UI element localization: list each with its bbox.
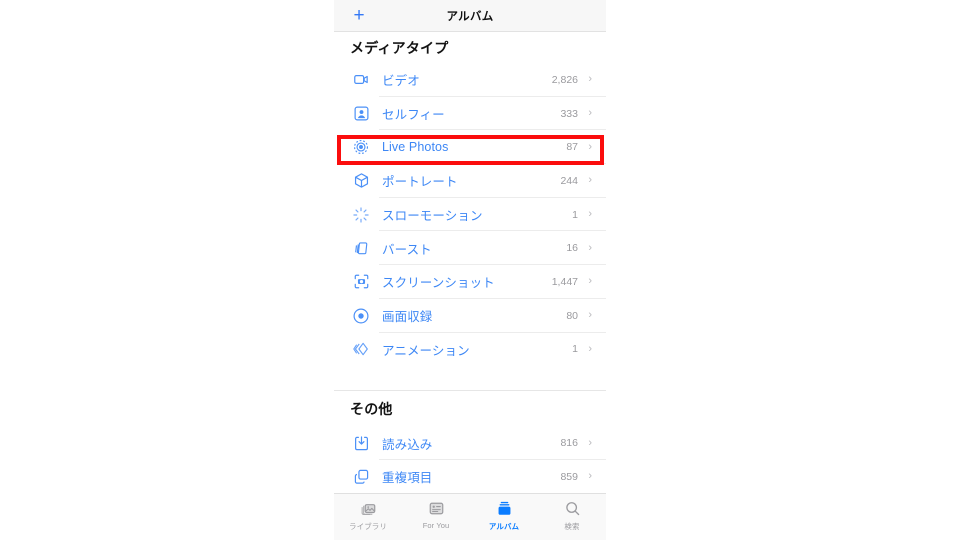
list-item-label: スクリーンショット (382, 276, 495, 291)
chevron-right-icon: › (588, 342, 592, 355)
tab-label: For You (422, 521, 450, 530)
list-item-label: ポートレート (382, 175, 458, 190)
chevron-right-icon: › (588, 470, 592, 483)
list-item-portrait[interactable]: ポートレート 244 › (334, 164, 606, 198)
for-you-card-icon (428, 499, 445, 518)
list-item-burst[interactable]: バースト 16 › (334, 231, 606, 266)
chevron-right-icon: › (588, 208, 592, 221)
list-item-label: セルフィー (382, 108, 445, 123)
list-item-label: 重複項目 (382, 471, 433, 486)
list-item-screenshots[interactable]: スクリーンショット 1,447 › (334, 265, 606, 299)
section-header-other: その他 (350, 400, 393, 417)
list-item-duplicates[interactable]: 重複項目 859 › (334, 459, 606, 493)
navigation-bar: + アルバム (334, 0, 606, 32)
list-item-animated[interactable]: アニメーション 1 › (334, 332, 606, 367)
import-icon (350, 432, 372, 454)
plus-icon[interactable]: + (347, 0, 371, 31)
list-item-count: 333 (560, 107, 578, 120)
section-gap (334, 366, 606, 391)
slow-motion-icon (350, 204, 372, 226)
section-header-media-type: メディアタイプ (350, 39, 449, 56)
tab-library[interactable]: ライブラリ (334, 499, 402, 532)
photo-library-icon (360, 499, 377, 518)
screenshot-canvas: + アルバム メディアタイプ ビデオ 2,826 › セルフィー 333 › L… (0, 0, 960, 540)
list-item-label: 読み込み (382, 437, 433, 452)
list-item-count: 2,826 (551, 73, 578, 86)
list-item-slo-mo[interactable]: スローモーション 1 › (334, 197, 606, 232)
list-item-count: 1 (572, 343, 578, 356)
chevron-right-icon: › (588, 107, 592, 120)
chevron-right-icon: › (588, 309, 592, 322)
tab-for-you[interactable]: For You (402, 499, 470, 530)
chevron-right-icon: › (588, 140, 592, 153)
list-item-label: Live Photos (382, 140, 449, 155)
live-photos-icon (350, 136, 372, 158)
phone-screen: + アルバム メディアタイプ ビデオ 2,826 › セルフィー 333 › L… (334, 0, 606, 540)
chevron-right-icon: › (588, 73, 592, 86)
list-item-count: 859 (560, 470, 578, 483)
list-item-count: 244 (560, 174, 578, 187)
search-icon (564, 499, 581, 518)
list-item-label: ビデオ (382, 74, 420, 89)
list-item-screen-recordings[interactable]: 画面収録 80 › (334, 298, 606, 333)
list-item-label: 画面収録 (382, 310, 433, 325)
screenshot-icon (350, 271, 372, 293)
list-item-video[interactable]: ビデオ 2,826 › (334, 63, 606, 97)
list-item-label: アニメーション (382, 343, 470, 358)
list-item-label: スローモーション (382, 209, 483, 224)
cube-icon (350, 170, 372, 192)
albums-icon (496, 499, 513, 518)
list-item-imports[interactable]: 読み込み 816 › (334, 426, 606, 460)
animation-icon (350, 338, 372, 360)
person-portrait-icon (350, 103, 372, 125)
duplicate-icon (350, 466, 372, 488)
video-camera-icon (350, 69, 372, 91)
list-item-count: 1 (572, 208, 578, 221)
list-item-count: 80 (566, 309, 578, 322)
chevron-right-icon: › (588, 436, 592, 449)
burst-stack-icon (350, 237, 372, 259)
list-item-count: 16 (566, 242, 578, 255)
list-item-selfies[interactable]: セルフィー 333 › (334, 96, 606, 131)
list-item-count: 1,447 (551, 275, 578, 288)
albums-list[interactable]: メディアタイプ ビデオ 2,826 › セルフィー 333 › Live Pho… (334, 32, 606, 493)
tab-albums[interactable]: アルバム (470, 499, 538, 532)
tab-label: 検索 (564, 522, 580, 531)
list-item-count: 816 (560, 437, 578, 450)
tab-bar: ライブラリ For You アルバム 検索 (334, 493, 606, 540)
chevron-right-icon: › (588, 275, 592, 288)
list-item-label: バースト (382, 242, 432, 257)
chevron-right-icon: › (588, 241, 592, 254)
screen-record-icon (350, 305, 372, 327)
list-item-count: 87 (566, 141, 578, 154)
tab-label: ライブラリ (349, 522, 387, 531)
tab-label: アルバム (488, 522, 520, 531)
chevron-right-icon: › (588, 174, 592, 187)
list-item-live-photos[interactable]: Live Photos 87 › (334, 130, 606, 165)
tab-search[interactable]: 検索 (538, 499, 606, 532)
page-title: アルバム (446, 10, 494, 23)
